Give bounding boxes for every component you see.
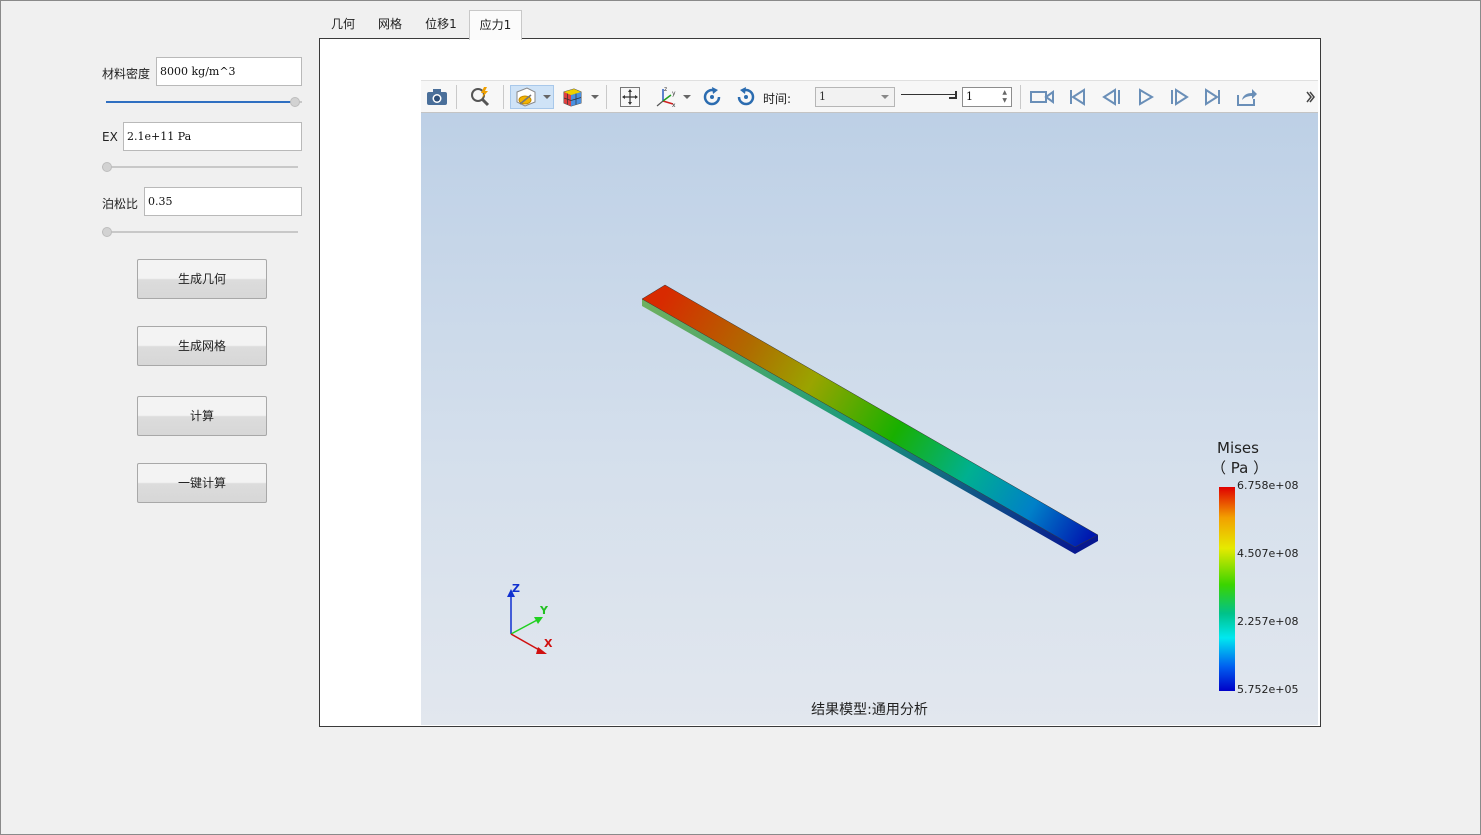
first-frame-icon[interactable]	[1064, 85, 1090, 109]
tab-geometry[interactable]: 几何	[322, 12, 364, 39]
legend-unit: （ Pa ）	[1211, 459, 1269, 477]
tab-stress-1[interactable]: 应力1	[469, 10, 522, 40]
tab-displacement-1[interactable]: 位移1	[416, 12, 466, 39]
axis-view-icon[interactable]: zyx	[653, 85, 679, 109]
toolbar-separator	[456, 85, 457, 109]
ex-slider-track	[102, 166, 298, 168]
prev-frame-icon[interactable]	[1098, 85, 1124, 109]
density-slider[interactable]	[106, 97, 302, 107]
rotate-ccw-icon[interactable]	[733, 85, 759, 109]
viewer-toolbar: zyx 时间: 1 1 ▲ ▼	[421, 80, 1318, 113]
camera-icon[interactable]	[424, 85, 450, 109]
toolbar-separator	[606, 85, 607, 109]
3d-viewport[interactable]: Z Y X Mises （ Pa ） 6.758e+08 4.507e+08 2…	[421, 113, 1318, 725]
ex-slider-handle[interactable]	[102, 162, 112, 172]
legend-tick-2: 4.507e+08	[1237, 547, 1299, 560]
legend-title: Mises	[1217, 439, 1259, 457]
frame-spinbox[interactable]: 1 ▲ ▼	[962, 87, 1012, 107]
frame-slider[interactable]	[901, 91, 957, 103]
generate-geometry-button[interactable]: 生成几何	[137, 259, 267, 299]
time-label: 时间:	[763, 92, 792, 106]
density-field[interactable]	[156, 57, 302, 86]
spin-arrows-icon[interactable]: ▲ ▼	[1002, 89, 1007, 105]
result-model-status: 结果模型:通用分析	[811, 702, 928, 718]
frame-spinbox-value: 1	[966, 90, 973, 103]
ex-slider[interactable]	[102, 162, 298, 172]
toolbar-separator	[1020, 85, 1021, 109]
rotate-cw-icon[interactable]	[699, 85, 725, 109]
axis-triad: Z Y X	[507, 582, 553, 654]
color-cube-dropdown-icon[interactable]	[591, 95, 599, 99]
color-cube-icon[interactable]	[559, 85, 585, 109]
svg-text:z: z	[664, 86, 667, 93]
toolbar-separator	[503, 85, 504, 109]
poisson-slider-track	[102, 231, 298, 233]
next-frame-icon[interactable]	[1167, 85, 1193, 109]
video-record-icon[interactable]	[1029, 85, 1055, 109]
generate-mesh-button[interactable]: 生成网格	[137, 326, 267, 366]
density-slider-fill	[106, 101, 294, 103]
poisson-field[interactable]	[144, 187, 302, 216]
legend-tick-min: 5.752e+05	[1237, 683, 1299, 696]
density-label: 材料密度	[102, 67, 151, 81]
play-icon[interactable]	[1133, 85, 1159, 109]
export-icon[interactable]	[1234, 85, 1260, 109]
axis-y-label: Y	[539, 604, 549, 617]
density-slider-handle[interactable]	[290, 97, 300, 107]
poisson-slider[interactable]	[102, 227, 298, 237]
compute-button[interactable]: 计算	[137, 396, 267, 436]
last-frame-icon[interactable]	[1200, 85, 1226, 109]
svg-text:x: x	[672, 102, 676, 108]
toolbar-overflow-icon[interactable]	[1303, 85, 1317, 109]
one-click-compute-button[interactable]: 一键计算	[137, 463, 267, 503]
ex-label: EX	[102, 130, 118, 144]
axis-view-dropdown-icon[interactable]	[683, 95, 691, 99]
frame-slider-handle[interactable]	[949, 91, 957, 99]
axis-z-label: Z	[512, 582, 520, 595]
svg-text:y: y	[672, 90, 676, 97]
legend-tick-3: 2.257e+08	[1237, 615, 1299, 628]
chevron-down-icon	[881, 95, 889, 99]
axis-x-label: X	[544, 637, 553, 650]
ex-field[interactable]	[123, 122, 302, 151]
poisson-label: 泊松比	[102, 197, 139, 211]
display-mode-dropdown-icon[interactable]	[543, 95, 551, 99]
time-select-value: 1	[819, 90, 826, 103]
time-select[interactable]: 1	[815, 87, 895, 107]
legend-colorbar	[1219, 487, 1235, 691]
legend-tick-max: 6.758e+08	[1237, 479, 1299, 492]
tab-mesh[interactable]: 网格	[368, 12, 412, 39]
pan-icon[interactable]	[617, 85, 643, 109]
beam-top-face	[641, 284, 1099, 548]
poisson-slider-handle[interactable]	[102, 227, 112, 237]
zoom-fit-icon[interactable]	[467, 85, 493, 109]
